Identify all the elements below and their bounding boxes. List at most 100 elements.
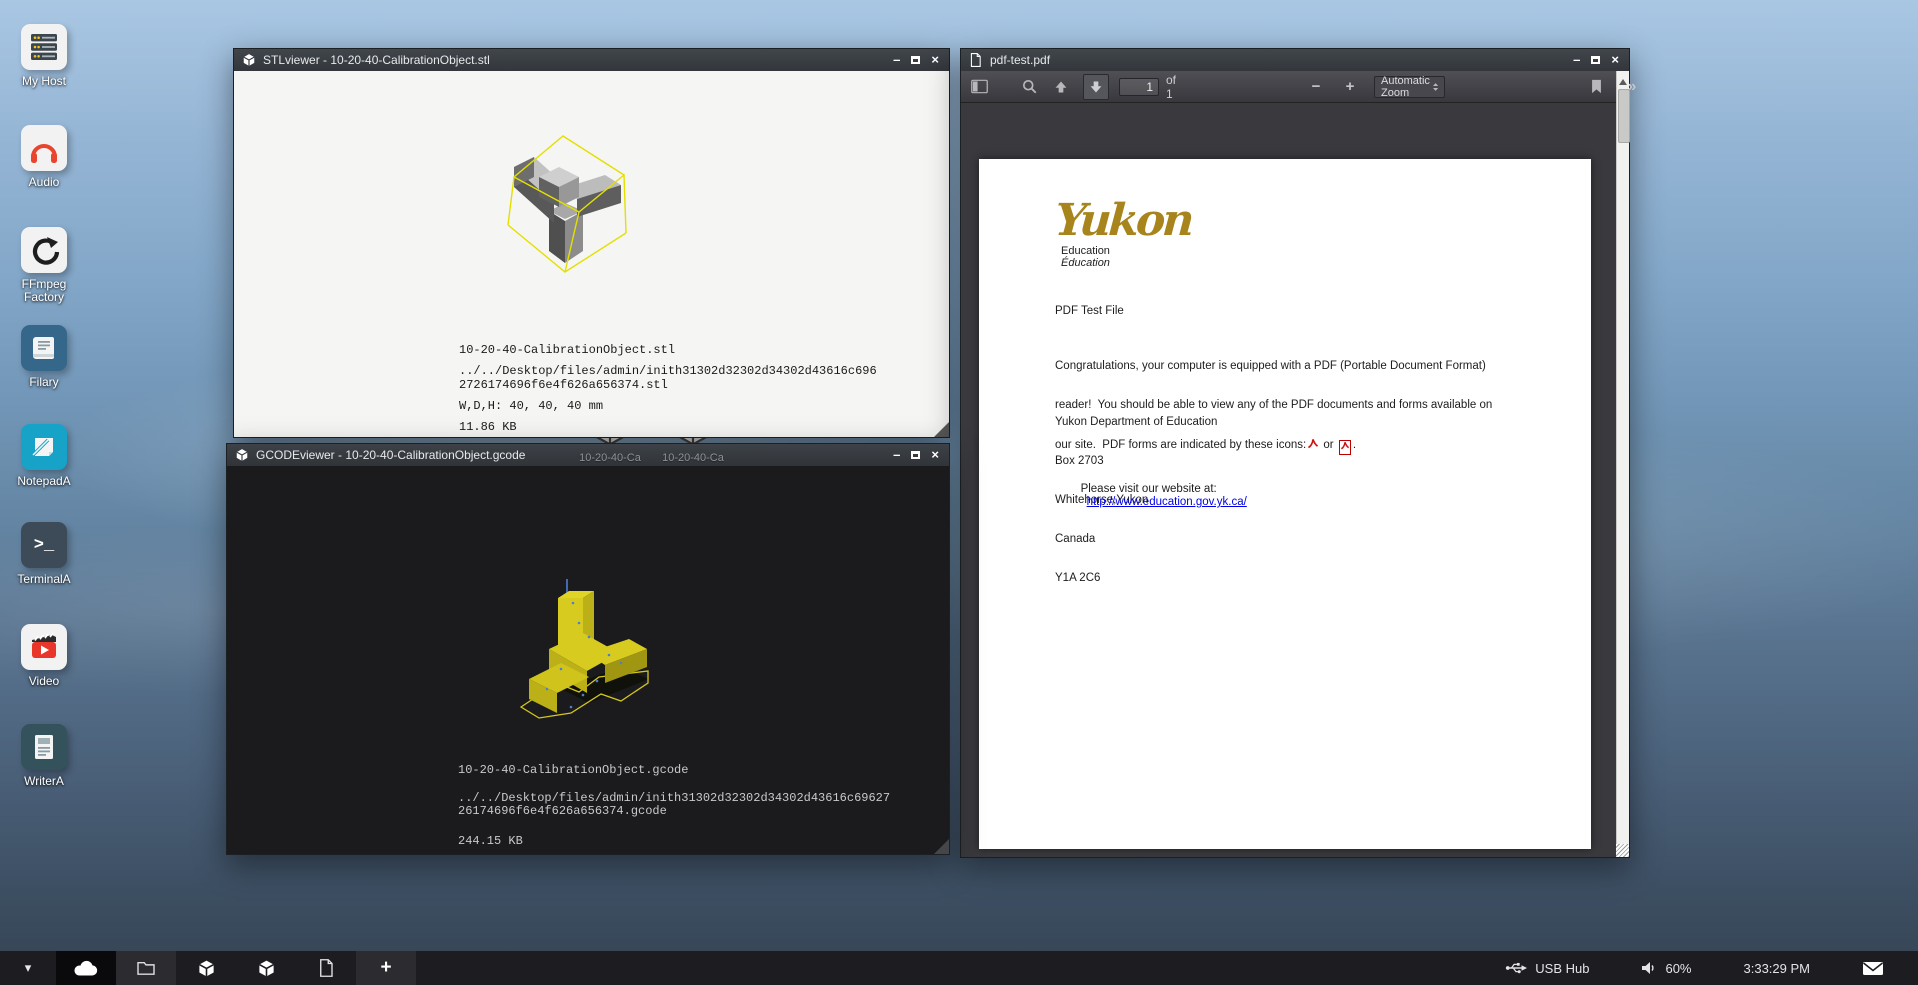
close-button[interactable]: × <box>1611 54 1619 66</box>
website-link[interactable]: http://www.education.gov.yk.ca/ <box>1087 496 1247 508</box>
minimize-button[interactable]: – <box>893 54 900 66</box>
desktop-icon-terminala[interactable]: >_ TerminalA <box>6 522 82 586</box>
sidebar-toggle-button[interactable] <box>967 75 991 99</box>
resize-grip[interactable] <box>934 839 949 854</box>
gcode-3d-render <box>501 571 681 731</box>
desktop-icon-label: FFmpeg Factory <box>6 278 82 304</box>
desktop-icon-writera[interactable]: WriterA <box>6 724 82 788</box>
zoom-select-value: Automatic Zoom <box>1381 75 1433 99</box>
pdf-page: Yukon Education Éducation PDF Test File … <box>979 159 1591 849</box>
zoom-in-button[interactable]: + <box>1338 75 1362 99</box>
recycle-arrows-icon <box>21 227 67 273</box>
minimize-button[interactable]: – <box>1573 54 1580 66</box>
stlviewer-titlebar[interactable]: STLviewer - 10-20-40-CalibrationObject.s… <box>234 49 949 71</box>
next-page-button[interactable] <box>1083 74 1109 100</box>
address-line: Canada <box>1055 533 1217 546</box>
logo-subtitle-en: Education <box>1061 245 1191 257</box>
desktop-icon-audio[interactable]: Audio <box>6 125 82 189</box>
zoom-out-button[interactable]: − <box>1304 75 1328 99</box>
gcode-filesize: 244.15 KB <box>458 835 890 848</box>
minimize-button[interactable]: – <box>893 449 900 461</box>
scroll-up-arrow-icon[interactable] <box>1619 75 1627 85</box>
close-button[interactable]: × <box>931 54 939 66</box>
maximize-button[interactable] <box>1591 56 1600 64</box>
volume-label: 60% <box>1665 961 1691 976</box>
book-icon <box>21 325 67 371</box>
stlviewer-window: STLviewer - 10-20-40-CalibrationObject.s… <box>233 48 950 438</box>
address-line: Box 2703 <box>1055 455 1217 468</box>
desktop-icon-my-host[interactable]: My Host <box>6 24 82 88</box>
taskbar: ▾ + USB Hub <box>0 951 1918 985</box>
logo-subtitle-fr: Éducation <box>1061 257 1191 269</box>
gcode-file-label: 10-20-40-Ca <box>648 452 738 464</box>
page-count-label: of 1 <box>1166 73 1176 101</box>
pdf-scrollbar[interactable] <box>1616 71 1629 857</box>
page-number-input[interactable] <box>1119 78 1159 96</box>
gcode-info-panel: 10-20-40-CalibrationObject.gcode ../../D… <box>458 764 890 848</box>
server-icon <box>21 24 67 70</box>
stl-filesize: 11.86 KB <box>459 420 877 434</box>
paragraph-line1: Congratulations, your computer is equipp… <box>1055 360 1535 373</box>
usb-label: USB Hub <box>1535 961 1589 976</box>
pdf-viewer-window: pdf-test.pdf – × of 1 − + Automatic Zoom <box>960 48 1630 858</box>
notifications-button[interactable] <box>1836 961 1918 976</box>
taskbar-gcodeviewer-button[interactable] <box>236 951 296 985</box>
yukon-logo: Yukon Education Éducation <box>1055 201 1191 269</box>
terminal-icon: >_ <box>21 522 67 568</box>
pdf-toolbar: of 1 − + Automatic Zoom » <box>961 71 1616 103</box>
zoom-select[interactable]: Automatic Zoom <box>1374 76 1445 98</box>
pdf-file-icon <box>969 53 983 67</box>
yukon-logo-wordmark: Yukon <box>1054 201 1193 241</box>
search-button[interactable] <box>1017 75 1041 99</box>
maximize-button[interactable] <box>911 451 920 459</box>
stl-viewport[interactable]: 10-20-40-CalibrationObject.stl ../../Des… <box>234 71 949 437</box>
address-line: Yukon Department of Education <box>1055 416 1217 429</box>
desktop-icon-video[interactable]: Video <box>6 624 82 688</box>
gcode-viewport[interactable]: 10-20-40-CalibrationObject.gcode ../../D… <box>227 466 949 854</box>
desktop-icon-label: WriterA <box>6 775 82 788</box>
website-line: Please visit our website at: http://www.… <box>1055 470 1247 522</box>
volume-status[interactable]: 60% <box>1615 961 1717 976</box>
desktop-icon-label: My Host <box>6 75 82 88</box>
desktop-icon-ffmpeg-factory[interactable]: FFmpeg Factory <box>6 227 82 304</box>
stl-path-line1: ../../Desktop/files/admin/inith31302d323… <box>459 364 877 378</box>
taskbar-stlviewer-button[interactable] <box>176 951 236 985</box>
resize-grip[interactable] <box>934 422 949 437</box>
desktop-icon-label: NotepadA <box>6 475 82 488</box>
pdf-heading: PDF Test File <box>1055 305 1124 317</box>
taskbar-files-button[interactable] <box>116 951 176 985</box>
usb-status[interactable]: USB Hub <box>1479 961 1615 976</box>
gcode-path-line2: 26174696f6e4f626a656374.gcode <box>458 805 890 818</box>
bookmark-button[interactable] <box>1585 75 1609 99</box>
usb-icon <box>1505 961 1527 975</box>
plus-icon: + <box>380 957 391 979</box>
taskbar-new-button[interactable]: + <box>356 951 416 985</box>
desktop-icon-filary[interactable]: Filary <box>6 325 82 389</box>
stl-3d-render <box>481 115 661 285</box>
writer-document-icon <box>21 724 67 770</box>
desktop-icon-notepada[interactable]: NotepadA <box>6 424 82 488</box>
gcodeviewer-window: GCODEviewer - 10-20-40-CalibrationObject… <box>226 443 950 855</box>
stl-file-label: 10-20-40-Ca <box>565 452 655 464</box>
terminal-prompt-glyph: >_ <box>34 536 54 555</box>
taskbar-cloud-button[interactable] <box>56 951 116 985</box>
acrobat-icon <box>1308 438 1318 453</box>
cube-icon <box>197 959 216 978</box>
taskbar-menu-chevron[interactable]: ▾ <box>0 960 56 976</box>
stl-path-line2: 2726174696f6e4f626a656374.stl <box>459 378 877 392</box>
close-button[interactable]: × <box>931 449 939 461</box>
window-title: pdf-test.pdf <box>990 53 1566 67</box>
previous-page-button[interactable] <box>1049 75 1073 99</box>
headphones-icon <box>21 125 67 171</box>
gcode-filename: 10-20-40-CalibrationObject.gcode <box>458 764 890 777</box>
resize-grip[interactable] <box>1616 844 1629 857</box>
maximize-button[interactable] <box>911 56 920 64</box>
desktop-icon-label: Filary <box>6 376 82 389</box>
stl-info-panel: 10-20-40-CalibrationObject.stl ../../Des… <box>459 343 877 441</box>
desktop-icon-label: Video <box>6 675 82 688</box>
pdf-form-icon <box>1339 440 1351 455</box>
taskbar-pdf-button[interactable] <box>296 951 356 985</box>
pdf-file-icon <box>318 959 334 977</box>
scrollbar-thumb[interactable] <box>1618 89 1630 143</box>
pdf-titlebar[interactable]: pdf-test.pdf – × <box>961 49 1629 71</box>
